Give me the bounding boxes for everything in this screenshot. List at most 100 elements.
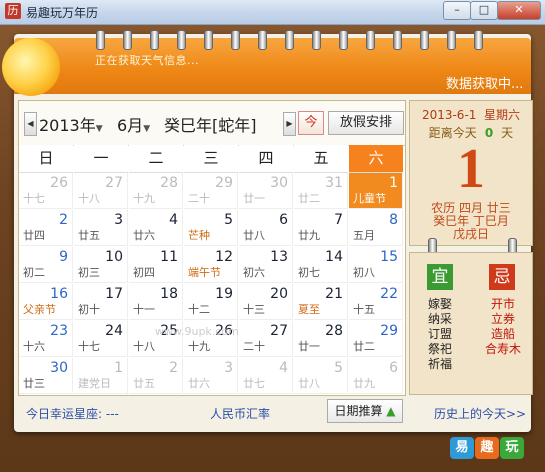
day-number: 24: [105, 322, 123, 339]
day-cell[interactable]: 7 廿九: [294, 209, 348, 246]
weekday-header: 五: [294, 145, 348, 173]
ji-list: 开市 立券 造船 合寿木: [484, 297, 521, 356]
day-cell[interactable]: 16 父亲节: [19, 283, 73, 320]
day-cell[interactable]: 3 廿五: [74, 209, 128, 246]
day-cell[interactable]: 5 芒种: [184, 209, 238, 246]
day-cell[interactable]: 11 初四: [129, 246, 183, 283]
lunar-label: 初二: [23, 265, 45, 279]
day-cell[interactable]: 8 五月: [349, 209, 403, 246]
sun-weather-icon[interactable]: [2, 38, 60, 96]
day-cell[interactable]: 4 廿七: [239, 357, 293, 394]
day-number: 4: [279, 359, 288, 376]
day-number: 28: [325, 322, 343, 339]
day-cell[interactable]: 6 廿九: [349, 357, 403, 394]
day-cell[interactable]: 19 十二: [184, 283, 238, 320]
chevron-up-icon: ▲: [386, 404, 396, 418]
day-number: 7: [334, 211, 343, 228]
day-cell[interactable]: 27 二十: [239, 320, 293, 357]
minimize-button[interactable]: –: [443, 1, 471, 20]
history-today-link[interactable]: 历史上的今天>>: [434, 405, 526, 422]
day-cell[interactable]: 1 儿童节: [349, 173, 403, 209]
chevron-down-icon: ▼: [95, 124, 103, 134]
chevron-down-icon: ▼: [143, 124, 151, 134]
close-button[interactable]: ✕: [497, 1, 541, 20]
day-cell[interactable]: 5 廿八: [294, 357, 348, 394]
day-cell[interactable]: 22 十五: [349, 283, 403, 320]
day-cell[interactable]: 30 廿一: [239, 173, 293, 209]
day-cell[interactable]: 14 初七: [294, 246, 348, 283]
day-cell[interactable]: 27 十八: [74, 173, 128, 209]
day-number: 19: [215, 285, 233, 302]
lunar-label: 廿三: [23, 376, 45, 390]
holiday-schedule-button[interactable]: 放假安排: [328, 111, 404, 135]
day-cell[interactable]: 15 初八: [349, 246, 403, 283]
maximize-button[interactable]: □: [470, 1, 498, 20]
date-calc-button[interactable]: 日期推算 ▲: [327, 399, 403, 423]
day-number: 12: [215, 248, 233, 265]
day-cell[interactable]: 2 廿四: [19, 209, 73, 246]
day-cell[interactable]: 18 十一: [129, 283, 183, 320]
lunar-label: 端午节: [188, 265, 221, 279]
lunar-label: 初四: [133, 265, 155, 279]
lunar-label: 廿二: [353, 339, 375, 353]
day-number: 23: [50, 322, 68, 339]
day-number: 5: [224, 211, 233, 228]
day-number: 30: [270, 175, 288, 191]
day-number: 30: [50, 359, 68, 376]
lunar-label: 廿八: [298, 376, 320, 390]
lunar-label: 廿七: [243, 376, 265, 390]
day-cell[interactable]: 6 廿八: [239, 209, 293, 246]
next-month-button[interactable]: ▶: [283, 112, 296, 136]
binder-ring-icon: [285, 30, 294, 50]
lunar-label: 十九: [133, 192, 155, 205]
lunar-label: 廿六: [188, 376, 210, 390]
lunar-label: 十五: [353, 302, 375, 316]
calendar-nav: ◀ 2013年▼ 6月▼ 癸巳年[蛇年] ▶ 今 放假安排: [19, 101, 405, 146]
day-cell[interactable]: 29 二十: [184, 173, 238, 209]
day-cell[interactable]: 12 端午节: [184, 246, 238, 283]
day-cell[interactable]: 30 廿三: [19, 357, 73, 394]
prev-month-button[interactable]: ◀: [24, 112, 37, 136]
day-cell[interactable]: 24 十七: [74, 320, 128, 357]
yi-ji-panel: 宜 忌 嫁娶 纳采 订盟 祭祀 祈福 开市 立券 造船 合寿木: [409, 252, 533, 395]
selected-date: 2013-6-1 星期六: [421, 108, 521, 122]
lunar-info: 农历 四月 廿三 癸巳年 丁巳月 戊戌日: [431, 201, 511, 241]
day-cell[interactable]: 3 廿六: [184, 357, 238, 394]
day-cell[interactable]: 31 廿二: [294, 173, 348, 209]
binder-ring-icon: [204, 30, 213, 50]
today-button[interactable]: 今: [298, 111, 324, 135]
day-cell[interactable]: 23 十六: [19, 320, 73, 357]
day-number: 22: [380, 285, 398, 302]
day-cell[interactable]: 21 夏至: [294, 283, 348, 320]
day-cell[interactable]: 17 初十: [74, 283, 128, 320]
day-number: 5: [334, 359, 343, 376]
lucky-constellation-link[interactable]: 今日幸运星座: ---: [26, 405, 119, 422]
day-number: 29: [215, 175, 233, 191]
day-cell[interactable]: 20 十三: [239, 283, 293, 320]
lunar-label: 建党日: [78, 376, 111, 390]
day-cell[interactable]: 13 初六: [239, 246, 293, 283]
day-cell[interactable]: 29 廿二: [349, 320, 403, 357]
day-cell[interactable]: 9 初二: [19, 246, 73, 283]
lunar-label: 初七: [298, 265, 320, 279]
binder-ring-icon: [474, 30, 483, 50]
day-cell[interactable]: 1 建党日: [74, 357, 128, 394]
calendar-panel: ◀ 2013年▼ 6月▼ 癸巳年[蛇年] ▶ 今 放假安排 日 一 二 三 四 …: [18, 100, 406, 396]
day-cell[interactable]: 2 廿五: [129, 357, 183, 394]
day-cell[interactable]: 28 十九: [129, 173, 183, 209]
day-cell[interactable]: 4 廿六: [129, 209, 183, 246]
day-cell[interactable]: 10 初三: [74, 246, 128, 283]
binder-ring-icon: [258, 30, 267, 50]
day-number: 14: [325, 248, 343, 265]
month-select[interactable]: 6月▼: [117, 112, 150, 136]
year-select[interactable]: 2013年▼: [39, 112, 103, 136]
day-number: 6: [279, 211, 288, 228]
rmb-exchange-link[interactable]: 人民币汇率: [210, 405, 270, 422]
day-cell[interactable]: 28 廿一: [294, 320, 348, 357]
binder-ring-icon: [231, 30, 240, 50]
day-cell[interactable]: 26 十七: [19, 173, 73, 209]
weekday-header: 二: [129, 145, 183, 173]
app-logo: 易趣玩: [450, 437, 532, 463]
ji-icon: 忌: [489, 264, 515, 290]
day-number: 1: [389, 175, 398, 191]
